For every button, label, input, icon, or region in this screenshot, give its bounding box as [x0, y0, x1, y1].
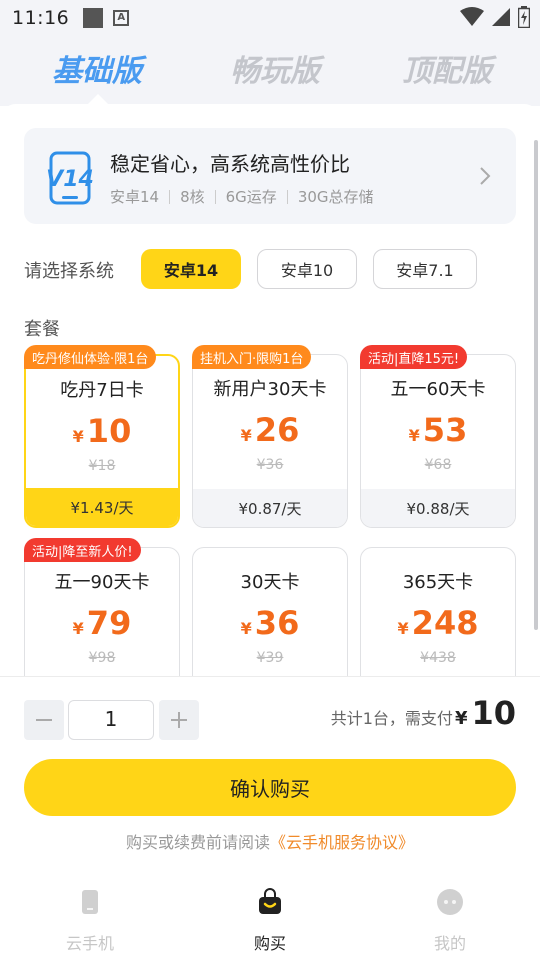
package-original-price: ¥68 [424, 457, 452, 473]
package-original-price: ¥39 [256, 650, 284, 666]
quantity-decrease-button[interactable] [24, 700, 64, 740]
total-payment: 共计1台，需支付 ¥ 10 [331, 694, 516, 732]
nav-label: 购买 [253, 934, 286, 953]
status-bar: 11:16 A [0, 0, 540, 36]
plus-icon [171, 712, 187, 728]
package-name: 365天卡 [402, 572, 474, 593]
package-card[interactable]: 五一60天卡 ¥53 ¥68 ¥0.88/天 [360, 354, 516, 528]
package-original-price: ¥36 [256, 457, 284, 473]
notification-a-icon: A [113, 10, 130, 26]
package-original-price: ¥18 [88, 458, 116, 474]
package-name: 新用户30天卡 [213, 379, 327, 400]
package-name: 五一90天卡 [54, 572, 150, 593]
spec-cores: 8核 [180, 188, 205, 206]
shopping-bag-icon [259, 888, 281, 914]
package-promo-badge: 挂机入门·限购1台 [192, 345, 312, 369]
package-card[interactable]: 新用户30天卡 ¥26 ¥36 ¥0.87/天 [192, 354, 348, 528]
package-price: ¥53 [408, 411, 468, 449]
package-promo-badge: 活动|降至新人价! [24, 538, 141, 562]
agreement-notice: 购买或续费前请阅读《云手机服务协议》 [0, 829, 540, 853]
package-name: 30天卡 [240, 572, 300, 593]
nav-label: 云手机 [65, 934, 114, 953]
package-price: ¥10 [72, 412, 132, 450]
v14-badge-text: V14 [46, 167, 94, 192]
quantity-input[interactable]: 1 [68, 700, 154, 740]
spec-os: 安卓14 [110, 188, 160, 206]
battery-icon [518, 6, 530, 28]
os-select-label: 请选择系统 [24, 261, 114, 282]
os-option-android71[interactable]: 安卓7.1 [373, 249, 477, 289]
total-currency: ¥ [454, 708, 468, 729]
package-daily-price: ¥0.88/天 [361, 489, 515, 527]
total-label: 共计1台，需支付 [330, 709, 453, 728]
minus-icon [36, 719, 52, 721]
package-price: ¥26 [240, 411, 300, 449]
edition-tabs: 基础版 畅玩版 顶配版 [0, 36, 540, 96]
profile-icon [437, 889, 463, 915]
signal-icon [492, 8, 510, 26]
package-original-price: ¥98 [88, 650, 116, 666]
nav-buy[interactable]: 购买 [210, 888, 330, 954]
spec-ram: 6G运存 [225, 188, 277, 206]
package-price: ¥248 [397, 604, 479, 642]
active-tab-pointer [88, 94, 108, 104]
nav-cloud-phone[interactable]: 云手机 [30, 888, 150, 954]
service-agreement-link[interactable]: 《云手机服务协议》 [270, 833, 414, 852]
spec-storage: 30G总存储 [297, 188, 374, 206]
notification-square-icon [83, 8, 104, 28]
package-name: 五一60天卡 [390, 379, 486, 400]
os-option-android10[interactable]: 安卓10 [257, 249, 357, 289]
packages-label: 套餐 [24, 319, 60, 340]
system-specs: 安卓14 8核 6G运存 30G总存储 [110, 186, 374, 207]
system-card-title: 稳定省心，高系统高性价比 [110, 152, 350, 176]
agreement-prefix: 购买或续费前请阅读 [125, 833, 270, 852]
tab-premium[interactable]: 顶配版 [402, 46, 492, 90]
package-daily-price: ¥0.87/天 [193, 489, 347, 527]
quantity-increase-button[interactable] [159, 700, 199, 740]
v14-phone-icon: V14 [46, 151, 94, 205]
package-price: ¥36 [240, 604, 300, 642]
status-time: 11:16 [12, 7, 70, 29]
system-info-card[interactable]: V14 稳定省心，高系统高性价比 安卓14 8核 6G运存 30G总存储 [24, 128, 516, 224]
tab-play[interactable]: 畅玩版 [230, 46, 320, 90]
total-amount: 10 [471, 694, 516, 732]
scrollbar[interactable] [534, 140, 538, 630]
package-promo-badge: 活动|直降15元! [360, 345, 468, 369]
nav-profile[interactable]: 我的 [390, 888, 510, 954]
package-daily-price: ¥1.43/天 [26, 488, 178, 526]
package-card[interactable]: 吃丹7日卡 ¥10 ¥18 ¥1.43/天 [24, 354, 180, 528]
os-option-android14[interactable]: 安卓14 [141, 249, 241, 289]
chevron-right-icon [480, 167, 491, 185]
package-original-price: ¥438 [420, 650, 456, 666]
package-promo-badge: 吃丹修仙体验·限1台 [24, 345, 157, 369]
nav-label: 我的 [433, 934, 466, 953]
wifi-icon [460, 7, 484, 26]
phone-icon [82, 890, 98, 914]
package-name: 吃丹7日卡 [60, 380, 144, 401]
confirm-purchase-button[interactable]: 确认购买 [24, 759, 516, 816]
tab-basic[interactable]: 基础版 [52, 46, 142, 90]
package-price: ¥79 [72, 604, 132, 642]
